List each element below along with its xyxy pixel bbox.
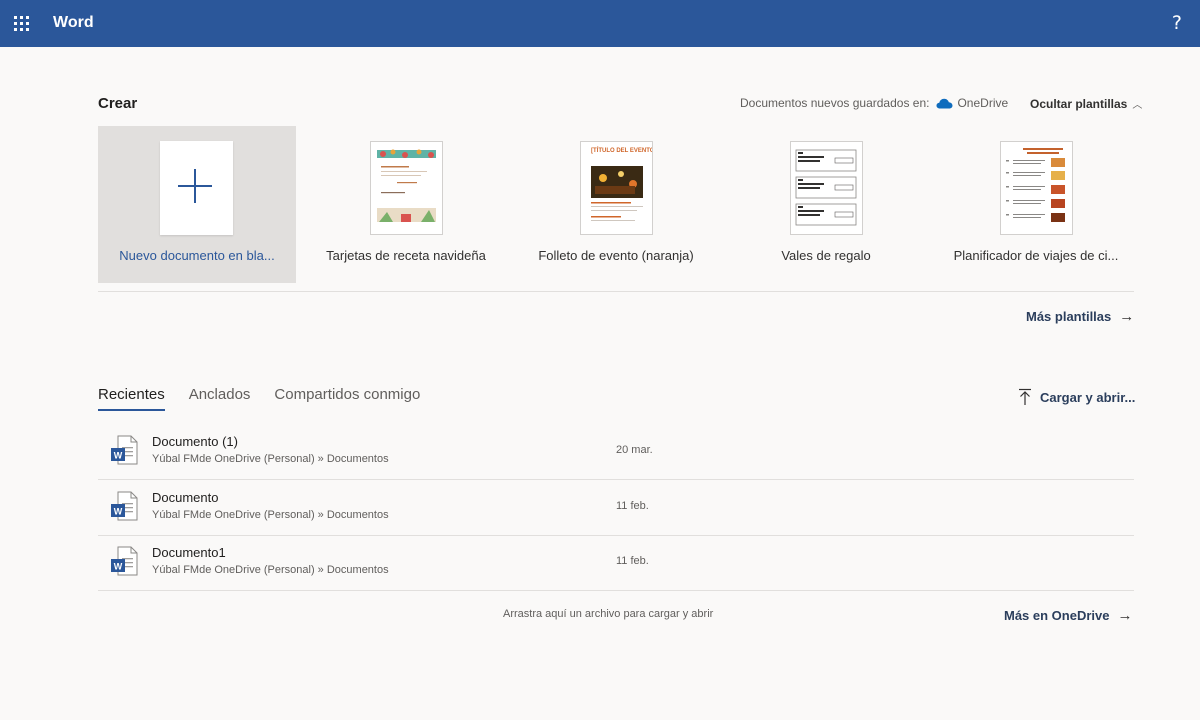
template-label: Tarjetas de receta navideña [326,248,486,263]
file-name: Documento1 [152,545,226,560]
tab-shared-with-me[interactable]: Compartidos conmigo [274,386,420,411]
hide-templates-button[interactable]: Ocultar plantillas ︿ [1030,96,1143,112]
more-in-onedrive-label: Más en OneDrive [1004,608,1110,623]
save-location-service[interactable]: OneDrive [957,96,1008,110]
template-thumbnail: [TÍTULO DEL EVENTO] [580,141,656,235]
app-header: Word ? [0,0,1200,47]
file-date: 20 mar. [616,444,653,456]
file-row[interactable]: W Documento1 Yúbal FMde OneDrive (Person… [98,536,1134,591]
save-location-label: Documentos nuevos guardados en: [740,96,930,110]
arrow-right-icon: → [1119,308,1135,325]
upload-label: Cargar y abrir... [1040,389,1136,405]
template-label: Nuevo documento en bla... [119,248,275,263]
template-travel-planner[interactable]: Planificador de viajes de ci... [938,126,1134,283]
more-in-onedrive-link[interactable]: Más en OneDrive → [1004,607,1133,624]
help-icon[interactable]: ? [1172,12,1182,34]
drag-drop-hint: Arrastra aquí un archivo para cargar y a… [503,608,714,620]
tab-pinned[interactable]: Anclados [189,386,251,411]
create-section-title: Crear [98,95,138,112]
hide-templates-label: Ocultar plantillas [1030,96,1128,111]
template-label: Folleto de evento (naranja) [538,248,694,263]
tab-recent[interactable]: Recientes [98,386,165,411]
app-launcher-icon[interactable] [14,16,30,32]
file-name: Documento (1) [152,434,238,449]
file-row[interactable]: W Documento (1) Yúbal FMde OneDrive (Per… [98,425,1134,480]
svg-text:W: W [114,451,123,461]
flyer-thumb-heading: [TÍTULO DEL EVENTO] [591,146,652,154]
template-thumbnail [160,141,233,235]
svg-text:W: W [114,507,123,517]
upload-and-open-button[interactable]: Cargar y abrir... [1018,388,1135,406]
template-event-flyer[interactable]: [TÍTULO DEL EVENTO] Folleto de evento (n… [518,126,714,283]
template-thumbnail [370,141,443,235]
word-doc-icon: W [110,546,138,576]
arrow-right-icon: → [1117,607,1133,624]
onedrive-cloud-icon [936,98,953,109]
divider [98,479,1134,480]
template-gift-vouchers[interactable]: Vales de regalo [728,126,924,283]
more-templates-link[interactable]: Más plantillas → [1026,308,1134,325]
template-thumbnail [1000,141,1073,235]
template-gallery: Nuevo documento en bla... Tarjetas de re… [98,126,1134,283]
file-path: Yúbal FMde OneDrive (Personal) » Documen… [152,564,389,576]
file-date: 11 feb. [616,500,649,512]
word-doc-icon: W [110,435,138,465]
template-thumbnail [790,141,863,235]
file-row[interactable]: W Documento Yúbal FMde OneDrive (Persona… [98,481,1134,536]
divider [98,590,1134,591]
file-tabs: Recientes Anclados Compartidos conmigo [98,386,444,411]
file-path: Yúbal FMde OneDrive (Personal) » Documen… [152,509,389,521]
app-name[interactable]: Word [53,14,94,32]
divider [98,291,1134,292]
template-label: Planificador de viajes de ci... [953,248,1119,263]
plus-icon [178,169,212,203]
file-path: Yúbal FMde OneDrive (Personal) » Documen… [152,453,389,465]
svg-text:W: W [114,562,123,572]
file-date: 11 feb. [616,555,649,567]
chevron-up-icon: ︿ [1132,100,1143,111]
template-recipe-cards[interactable]: Tarjetas de receta navideña [308,126,504,283]
save-location: Documentos nuevos guardados en: OneDrive [740,96,1008,110]
file-name: Documento [152,490,219,505]
word-doc-icon: W [110,491,138,521]
more-templates-label: Más plantillas [1026,309,1112,324]
template-blank-document[interactable]: Nuevo documento en bla... [98,126,296,283]
upload-icon [1018,388,1032,406]
template-label: Vales de regalo [781,248,871,263]
